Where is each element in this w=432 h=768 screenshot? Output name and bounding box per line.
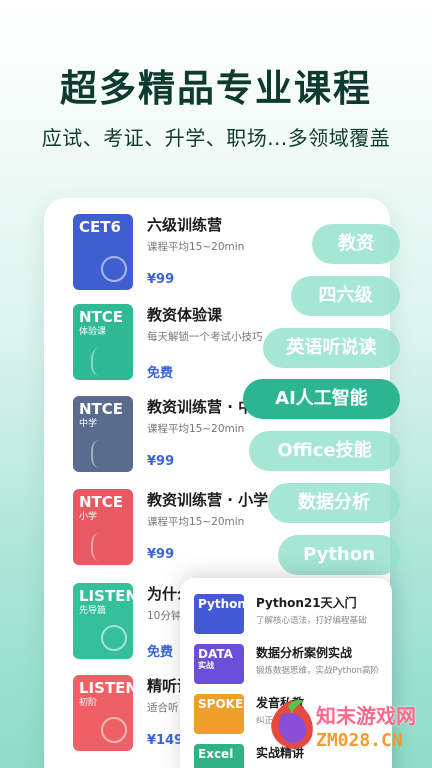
course-cover-subtitle: 先导篇 (79, 606, 107, 616)
watermark-logo-icon (271, 699, 313, 749)
course-price: ¥99 (147, 272, 175, 287)
tag-cet[interactable]: 四六级 (291, 276, 400, 316)
clock-icon (101, 256, 127, 282)
course-cover-title: LISTEN (79, 587, 133, 605)
ear-icon (101, 625, 127, 651)
tag-office[interactable]: Office技能 (249, 431, 400, 471)
tag-teacher-cert[interactable]: 教资 (312, 224, 400, 264)
page-subline: 应试、考证、升学、职场...多领域覆盖 (41, 126, 391, 150)
course-cover-subtitle: 小学 (79, 512, 98, 522)
preview-cover: DATA 实战 (194, 644, 244, 684)
preview-cover-title: Excel (198, 747, 234, 761)
course-cover-subtitle: 中学 (79, 419, 98, 429)
site-watermark: 知末游戏网 ZM028.CN (258, 690, 432, 768)
tag-english[interactable]: 英语听说读 (263, 328, 400, 368)
course-cover: LISTEN 先导篇 (73, 583, 133, 659)
watermark-domain: ZM028.CN (316, 730, 403, 751)
course-price: ¥149 (147, 733, 184, 748)
preview-cover: Excel (194, 744, 244, 768)
course-cover: NTCE 小学 (73, 489, 133, 565)
course-price: ¥99 (147, 454, 175, 469)
preview-cover: Python (194, 594, 246, 634)
course-cover-title: NTCE (79, 493, 124, 511)
course-price: ¥99 (147, 547, 175, 562)
preview-course-title: Python21天入门 (256, 596, 357, 610)
preview-cover-title: DATA (198, 647, 233, 661)
preview-cover-subtitle: 实战 (198, 661, 214, 670)
page-headline: 超多精品专业课程 (60, 67, 372, 110)
preview-cover-title: SPOKEN (198, 697, 254, 711)
preview-course-desc: 锻炼数据思维，实战Python高阶 (256, 666, 379, 676)
preview-cover-title: Python (198, 597, 246, 611)
watermark-name: 知末游戏网 (316, 704, 416, 728)
course-cover-title: NTCE (79, 400, 124, 418)
preview-course-desc: 了解核心语法，打好编程基础 (256, 616, 367, 626)
course-cover: LISTEN 初阶 (73, 675, 133, 751)
course-cover-title: NTCE (79, 308, 124, 326)
swirl-icon (91, 533, 111, 561)
course-price: 免费 (147, 645, 174, 660)
preview-course-title: 数据分析案例实战 (256, 646, 353, 660)
course-price: 免费 (147, 366, 174, 381)
ear-icon (101, 717, 127, 743)
tag-python[interactable]: Python (278, 535, 400, 575)
preview-course-item[interactable]: DATA 实战 数据分析案例实战 锻炼数据思维，实战Python高阶 (194, 644, 392, 694)
course-cover: CET6 (73, 214, 133, 290)
course-cover-title: CET6 (79, 218, 121, 236)
course-cover-subtitle: 初阶 (79, 698, 98, 708)
swirl-icon (91, 348, 111, 376)
tag-ai[interactable]: AI人工智能 (243, 379, 400, 419)
course-cover: NTCE 体验课 (73, 304, 133, 380)
preview-cover: SPOKEN (194, 694, 254, 734)
swirl-icon (91, 440, 111, 468)
tag-data-analysis[interactable]: 数据分析 (268, 483, 400, 523)
course-cover-subtitle: 体验课 (79, 327, 107, 337)
course-cover-title: LISTEN (79, 679, 133, 697)
preview-course-item[interactable]: Python Python21天入门 了解核心语法，打好编程基础 (194, 594, 392, 644)
course-cover: NTCE 中学 (73, 396, 133, 472)
